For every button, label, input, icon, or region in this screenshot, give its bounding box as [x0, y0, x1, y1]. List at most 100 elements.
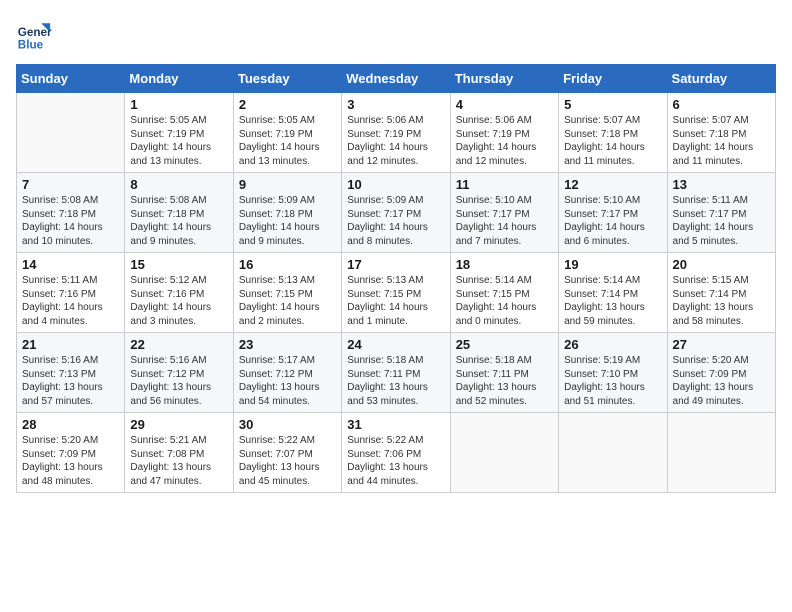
- day-info: Sunrise: 5:05 AM Sunset: 7:19 PM Dayligh…: [130, 114, 227, 168]
- calendar-cell: 22 Sunrise: 5:16 AM Sunset: 7:12 PM Dayli…: [125, 333, 233, 413]
- calendar-cell: 12Sunrise: 5:10 AM Sunset: 7:17 PM Dayli…: [559, 173, 667, 253]
- day-info: Sunrise: 5:09 AM Sunset: 7:17 PM Dayligh…: [347, 194, 444, 248]
- weekday-header-monday: Monday: [125, 65, 233, 93]
- calendar-cell: 25 Sunrise: 5:18 AM Sunset: 7:11 PM Dayli…: [450, 333, 558, 413]
- calendar-cell: 13 Sunrise: 5:11 AM Sunset: 7:17 PM Dayli…: [667, 173, 775, 253]
- day-info: Sunrise: 5:08 AM Sunset: 7:18 PM Dayligh…: [22, 194, 119, 248]
- weekday-header-thursday: Thursday: [450, 65, 558, 93]
- day-info: Sunrise: 5:12 AM Sunset: 7:16 PM Dayligh…: [130, 274, 227, 328]
- day-info: Sunrise: 5:08 AM Sunset: 7:18 PM Dayligh…: [130, 194, 227, 248]
- calendar-cell: 21 Sunrise: 5:16 AM Sunset: 7:13 PM Dayli…: [17, 333, 125, 413]
- day-info: Sunrise: 5:15 AM Sunset: 7:14 PM Dayligh…: [673, 274, 770, 328]
- day-number: 2: [239, 97, 336, 112]
- day-info: Sunrise: 5:10 AM Sunset: 7:17 PM Dayligh…: [564, 194, 661, 248]
- day-number: 3: [347, 97, 444, 112]
- calendar-table: SundayMondayTuesdayWednesdayThursdayFrid…: [16, 64, 776, 493]
- calendar-cell: [559, 413, 667, 493]
- day-number: 1: [130, 97, 227, 112]
- day-number: 29: [130, 417, 227, 432]
- calendar-cell: 16 Sunrise: 5:13 AM Sunset: 7:15 PM Dayli…: [233, 253, 341, 333]
- day-info: Sunrise: 5:07 AM Sunset: 7:18 PM Dayligh…: [673, 114, 770, 168]
- calendar-cell: 8 Sunrise: 5:08 AM Sunset: 7:18 PM Daylig…: [125, 173, 233, 253]
- calendar-cell: 15 Sunrise: 5:12 AM Sunset: 7:16 PM Dayli…: [125, 253, 233, 333]
- day-info: Sunrise: 5:18 AM Sunset: 7:11 PM Dayligh…: [456, 354, 553, 408]
- calendar-cell: 31 Sunrise: 5:22 AM Sunset: 7:06 PM Dayli…: [342, 413, 450, 493]
- calendar-cell: 7 Sunrise: 5:08 AM Sunset: 7:18 PM Daylig…: [17, 173, 125, 253]
- calendar-cell: 10Sunrise: 5:09 AM Sunset: 7:17 PM Dayli…: [342, 173, 450, 253]
- day-info: Sunrise: 5:22 AM Sunset: 7:07 PM Dayligh…: [239, 434, 336, 488]
- calendar-cell: 30 Sunrise: 5:22 AM Sunset: 7:07 PM Dayli…: [233, 413, 341, 493]
- calendar-cell: 18 Sunrise: 5:14 AM Sunset: 7:15 PM Dayli…: [450, 253, 558, 333]
- day-info: Sunrise: 5:11 AM Sunset: 7:17 PM Dayligh…: [673, 194, 770, 248]
- weekday-header-sunday: Sunday: [17, 65, 125, 93]
- day-number: 17: [347, 257, 444, 272]
- day-info: Sunrise: 5:19 AM Sunset: 7:10 PM Dayligh…: [564, 354, 661, 408]
- calendar-cell: 19 Sunrise: 5:14 AM Sunset: 7:14 PM Dayli…: [559, 253, 667, 333]
- calendar-cell: [667, 413, 775, 493]
- day-number: 30: [239, 417, 336, 432]
- day-info: Sunrise: 5:18 AM Sunset: 7:11 PM Dayligh…: [347, 354, 444, 408]
- weekday-header-tuesday: Tuesday: [233, 65, 341, 93]
- day-info: Sunrise: 5:05 AM Sunset: 7:19 PM Dayligh…: [239, 114, 336, 168]
- svg-text:Blue: Blue: [18, 38, 44, 51]
- day-number: 24: [347, 337, 444, 352]
- day-info: Sunrise: 5:13 AM Sunset: 7:15 PM Dayligh…: [239, 274, 336, 328]
- calendar-cell: [17, 93, 125, 173]
- day-number: 27: [673, 337, 770, 352]
- day-info: Sunrise: 5:14 AM Sunset: 7:14 PM Dayligh…: [564, 274, 661, 328]
- page-header: General Blue: [16, 16, 776, 52]
- day-number: 14: [22, 257, 119, 272]
- weekday-header-friday: Friday: [559, 65, 667, 93]
- calendar-cell: 1 Sunrise: 5:05 AM Sunset: 7:19 PM Daylig…: [125, 93, 233, 173]
- calendar-cell: 14 Sunrise: 5:11 AM Sunset: 7:16 PM Dayli…: [17, 253, 125, 333]
- day-info: Sunrise: 5:06 AM Sunset: 7:19 PM Dayligh…: [347, 114, 444, 168]
- calendar-cell: 29 Sunrise: 5:21 AM Sunset: 7:08 PM Dayli…: [125, 413, 233, 493]
- weekday-header-saturday: Saturday: [667, 65, 775, 93]
- calendar-cell: 11 Sunrise: 5:10 AM Sunset: 7:17 PM Dayli…: [450, 173, 558, 253]
- calendar-cell: 23Sunrise: 5:17 AM Sunset: 7:12 PM Dayli…: [233, 333, 341, 413]
- day-info: Sunrise: 5:16 AM Sunset: 7:13 PM Dayligh…: [22, 354, 119, 408]
- day-number: 9: [239, 177, 336, 192]
- day-number: 19: [564, 257, 661, 272]
- day-number: 16: [239, 257, 336, 272]
- day-number: 20: [673, 257, 770, 272]
- day-number: 6: [673, 97, 770, 112]
- day-number: 22: [130, 337, 227, 352]
- day-info: Sunrise: 5:09 AM Sunset: 7:18 PM Dayligh…: [239, 194, 336, 248]
- calendar-cell: 20 Sunrise: 5:15 AM Sunset: 7:14 PM Dayli…: [667, 253, 775, 333]
- calendar-cell: 2 Sunrise: 5:05 AM Sunset: 7:19 PM Daylig…: [233, 93, 341, 173]
- day-number: 15: [130, 257, 227, 272]
- day-number: 4: [456, 97, 553, 112]
- weekday-header-wednesday: Wednesday: [342, 65, 450, 93]
- calendar-cell: [450, 413, 558, 493]
- calendar-cell: 28Sunrise: 5:20 AM Sunset: 7:09 PM Dayli…: [17, 413, 125, 493]
- day-info: Sunrise: 5:16 AM Sunset: 7:12 PM Dayligh…: [130, 354, 227, 408]
- day-info: Sunrise: 5:10 AM Sunset: 7:17 PM Dayligh…: [456, 194, 553, 248]
- day-number: 13: [673, 177, 770, 192]
- day-number: 8: [130, 177, 227, 192]
- day-number: 28: [22, 417, 119, 432]
- day-info: Sunrise: 5:13 AM Sunset: 7:15 PM Dayligh…: [347, 274, 444, 328]
- day-info: Sunrise: 5:21 AM Sunset: 7:08 PM Dayligh…: [130, 434, 227, 488]
- day-number: 18: [456, 257, 553, 272]
- calendar-cell: 4 Sunrise: 5:06 AM Sunset: 7:19 PM Daylig…: [450, 93, 558, 173]
- calendar-cell: 27 Sunrise: 5:20 AM Sunset: 7:09 PM Dayli…: [667, 333, 775, 413]
- day-info: Sunrise: 5:06 AM Sunset: 7:19 PM Dayligh…: [456, 114, 553, 168]
- day-number: 11: [456, 177, 553, 192]
- day-info: Sunrise: 5:20 AM Sunset: 7:09 PM Dayligh…: [673, 354, 770, 408]
- calendar-cell: 9 Sunrise: 5:09 AM Sunset: 7:18 PM Daylig…: [233, 173, 341, 253]
- day-info: Sunrise: 5:11 AM Sunset: 7:16 PM Dayligh…: [22, 274, 119, 328]
- day-number: 5: [564, 97, 661, 112]
- day-number: 7: [22, 177, 119, 192]
- day-number: 21: [22, 337, 119, 352]
- day-number: 25: [456, 337, 553, 352]
- calendar-cell: 3 Sunrise: 5:06 AM Sunset: 7:19 PM Daylig…: [342, 93, 450, 173]
- day-info: Sunrise: 5:14 AM Sunset: 7:15 PM Dayligh…: [456, 274, 553, 328]
- calendar-cell: 26Sunrise: 5:19 AM Sunset: 7:10 PM Dayli…: [559, 333, 667, 413]
- calendar-cell: 17 Sunrise: 5:13 AM Sunset: 7:15 PM Dayli…: [342, 253, 450, 333]
- calendar-cell: 6 Sunrise: 5:07 AM Sunset: 7:18 PM Daylig…: [667, 93, 775, 173]
- calendar-cell: 5Sunrise: 5:07 AM Sunset: 7:18 PM Daylig…: [559, 93, 667, 173]
- day-info: Sunrise: 5:22 AM Sunset: 7:06 PM Dayligh…: [347, 434, 444, 488]
- calendar-cell: 24 Sunrise: 5:18 AM Sunset: 7:11 PM Dayli…: [342, 333, 450, 413]
- day-number: 31: [347, 417, 444, 432]
